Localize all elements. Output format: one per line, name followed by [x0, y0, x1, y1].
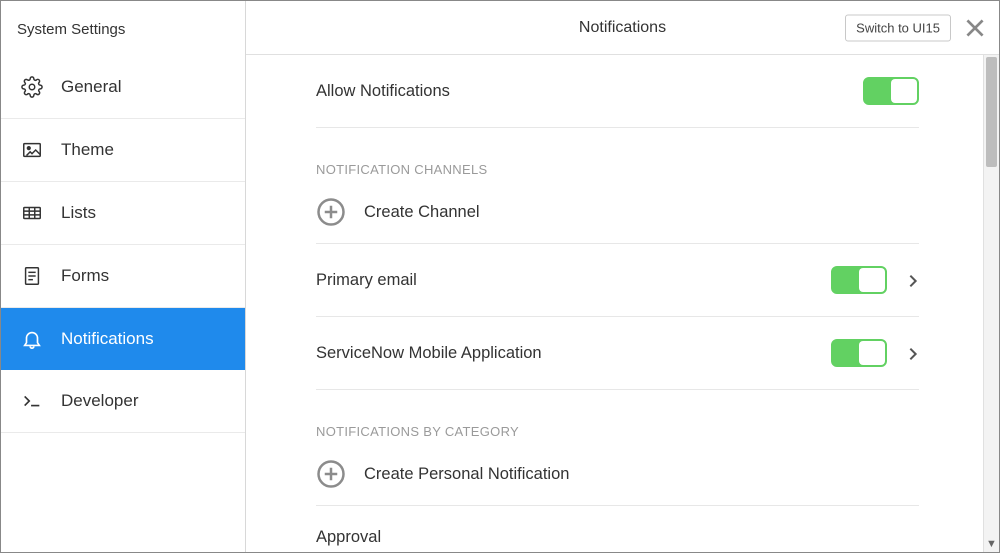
sidebar-item-label: Lists — [61, 203, 96, 223]
sidebar-item-lists[interactable]: Lists — [1, 182, 245, 245]
toggle-primary-email[interactable] — [831, 266, 887, 294]
section-label-channels: NOTIFICATION CHANNELS — [316, 162, 919, 177]
close-icon — [962, 15, 988, 41]
section-label-categories: NOTIFICATIONS BY CATEGORY — [316, 424, 919, 439]
sidebar-item-label: Developer — [61, 391, 139, 411]
row-channel-servicenow-mobile[interactable]: ServiceNow Mobile Application — [316, 317, 919, 390]
sidebar-item-label: Theme — [61, 140, 114, 160]
row-allow-notifications: Allow Notifications — [316, 55, 919, 128]
row-label: Approval — [316, 528, 381, 547]
row-channel-primary-email[interactable]: Primary email — [316, 244, 919, 317]
scrollbar[interactable]: ▼ — [983, 55, 999, 552]
main: Notifications Switch to UI15 Allow Notif… — [246, 1, 999, 552]
row-label: ServiceNow Mobile Application — [316, 344, 542, 363]
sidebar-item-theme[interactable]: Theme — [1, 119, 245, 182]
page-title: Notifications — [579, 19, 666, 37]
sidebar-item-label: Notifications — [61, 329, 154, 349]
create-personal-notification-row[interactable]: Create Personal Notification — [316, 443, 919, 506]
main-header: Notifications Switch to UI15 — [246, 1, 999, 55]
image-icon — [21, 139, 43, 161]
form-icon — [21, 265, 43, 287]
sidebar-title: System Settings — [1, 1, 245, 56]
switch-ui-button[interactable]: Switch to UI15 — [845, 14, 951, 41]
main-body: Allow Notifications NOTIFICATION CHANNEL… — [246, 55, 999, 552]
sidebar-item-general[interactable]: General — [1, 56, 245, 119]
gear-icon — [21, 76, 43, 98]
terminal-icon — [21, 390, 43, 412]
sidebar-item-developer[interactable]: Developer — [1, 370, 245, 433]
sidebar-item-notifications[interactable]: Notifications — [1, 308, 245, 370]
grid-icon — [21, 202, 43, 224]
scrollbar-arrow-down-icon[interactable]: ▼ — [984, 538, 999, 550]
sidebar-item-forms[interactable]: Forms — [1, 245, 245, 308]
create-personal-label: Create Personal Notification — [364, 465, 569, 484]
plus-circle-icon — [316, 459, 346, 489]
toggle-servicenow-mobile[interactable] — [831, 339, 887, 367]
row-label: Primary email — [316, 271, 417, 290]
scrollbar-thumb[interactable] — [986, 57, 997, 167]
sidebar: System Settings General Theme Lists Form… — [1, 1, 246, 552]
plus-circle-icon — [316, 197, 346, 227]
chevron-right-icon[interactable] — [905, 346, 919, 360]
sidebar-item-label: Forms — [61, 266, 109, 286]
toggle-allow-notifications[interactable] — [863, 77, 919, 105]
chevron-right-icon[interactable] — [905, 273, 919, 287]
row-category-approval[interactable]: Approval — [316, 506, 919, 551]
create-channel-row[interactable]: Create Channel — [316, 181, 919, 244]
create-channel-label: Create Channel — [364, 203, 480, 222]
sidebar-item-label: General — [61, 77, 121, 97]
bell-icon — [21, 328, 43, 350]
row-label: Allow Notifications — [316, 82, 450, 101]
close-button[interactable] — [961, 14, 989, 42]
